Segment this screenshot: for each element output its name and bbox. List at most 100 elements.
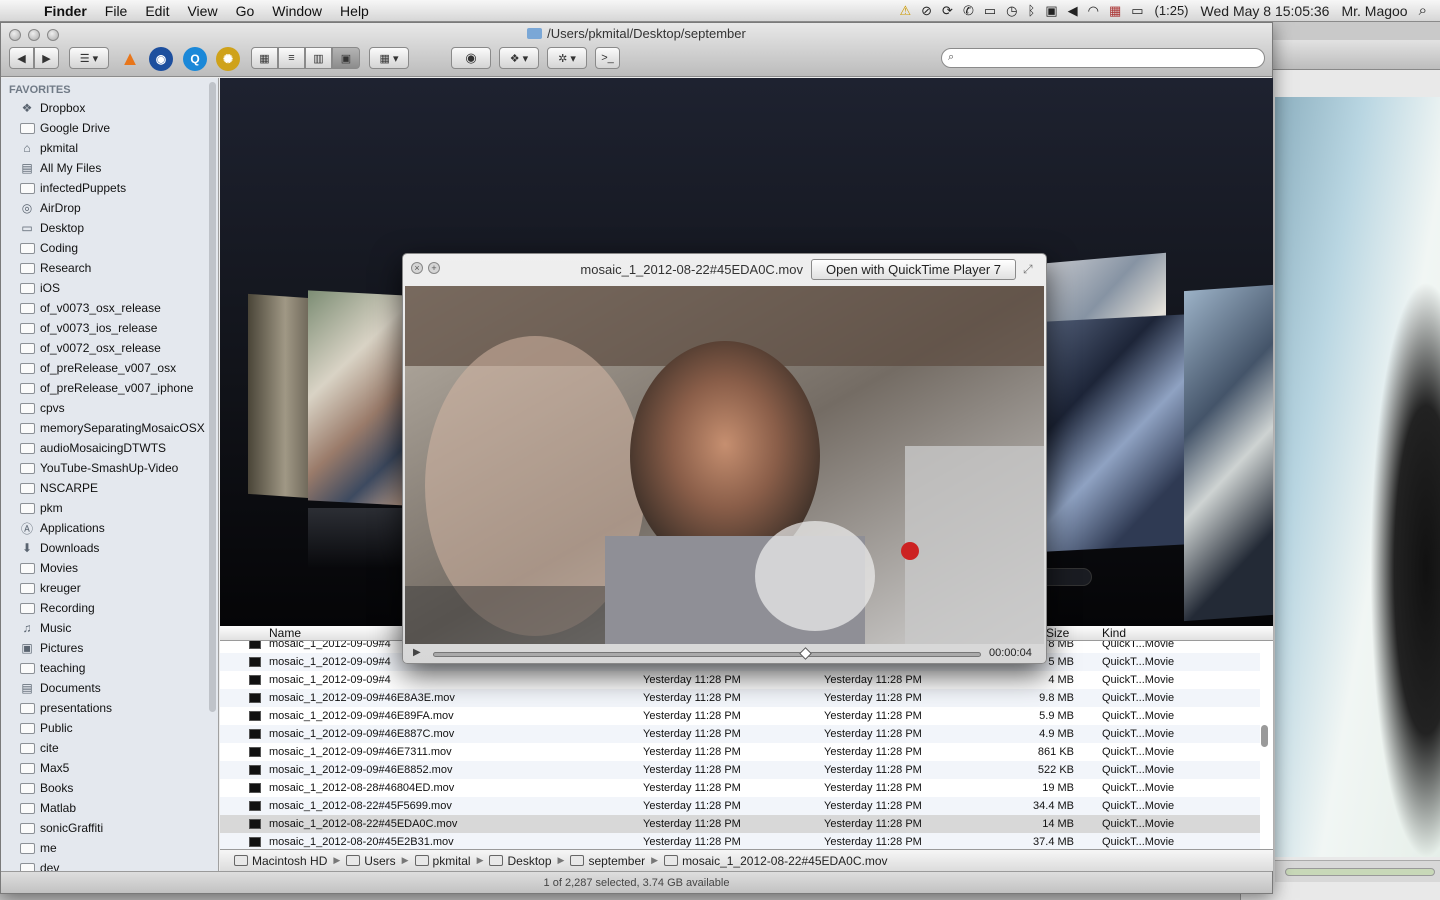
menu-view[interactable]: View: [178, 3, 226, 19]
sidebar-item-of-v0073-ios-release[interactable]: of_v0073_ios_release: [1, 318, 218, 338]
sidebar-item-movies[interactable]: Movies: [1, 558, 218, 578]
sidebar-item-applications[interactable]: Ⓐ Applications: [1, 518, 218, 538]
terminal-button[interactable]: >_: [595, 47, 620, 69]
bluetooth-icon[interactable]: ᛒ: [1023, 3, 1041, 18]
search-field[interactable]: ⌕: [941, 48, 1265, 68]
sidebar-item-pkmital[interactable]: ⌂ pkmital: [1, 138, 218, 158]
cover-right-2[interactable]: [1046, 314, 1186, 552]
quick-look-button[interactable]: ◉: [451, 47, 491, 69]
sidebar-item-me[interactable]: me: [1, 838, 218, 858]
table-row-selected[interactable]: mosaic_1_2012-08-22#45EDA0C.mov Yesterday…: [220, 815, 1260, 833]
quick-look-add-button[interactable]: +: [428, 262, 440, 274]
list-view-button[interactable]: ≡: [278, 47, 305, 69]
user-name[interactable]: Mr. Magoo: [1335, 3, 1413, 19]
column-header-size[interactable]: Size: [1046, 626, 1069, 640]
sidebar-item-google-drive[interactable]: Google Drive: [1, 118, 218, 138]
open-with-quicktime-button[interactable]: Open with QuickTime Player 7: [811, 259, 1016, 280]
menu-edit[interactable]: Edit: [136, 3, 178, 19]
vlc-icon[interactable]: ▲: [118, 47, 142, 71]
menu-file[interactable]: File: [96, 3, 137, 19]
cover-left-1[interactable]: [308, 290, 408, 506]
sidebar-item-teaching[interactable]: teaching: [1, 658, 218, 678]
table-row[interactable]: mosaic_1_2012-09-09#46E89FA.mov Yesterday…: [220, 707, 1260, 725]
menu-app-finder[interactable]: Finder: [40, 3, 96, 19]
sidebar-item-dropbox[interactable]: ❖ Dropbox: [1, 98, 218, 118]
dropbox-menu-button[interactable]: ❖ ▾: [499, 47, 539, 69]
path-item[interactable]: Macintosh HD: [234, 854, 327, 868]
background-slider[interactable]: [1275, 860, 1440, 882]
cover-right-3[interactable]: [1184, 284, 1273, 622]
icon-view-button[interactable]: ▦: [251, 47, 278, 69]
fullscreen-icon[interactable]: ⤢: [1023, 262, 1033, 277]
refresh-icon[interactable]: ⟳: [937, 3, 958, 19]
sidebar-item-public[interactable]: Public: [1, 718, 218, 738]
cover-left-far[interactable]: [248, 293, 310, 499]
app-launcher-icon[interactable]: ✺: [216, 47, 240, 71]
sidebar-item-cpvs[interactable]: cpvs: [1, 398, 218, 418]
table-row[interactable]: mosaic_1_2012-09-09#4 Yesterday 11:28 PM Y…: [220, 671, 1260, 689]
back-button[interactable]: ◀: [9, 47, 34, 69]
sidebar-item-music[interactable]: ♫ Music: [1, 618, 218, 638]
sidebar-item-memoryseparatingmosaicosx[interactable]: memorySeparatingMosaicOSX: [1, 418, 218, 438]
sidebar-item-infectedpuppets[interactable]: infectedPuppets: [1, 178, 218, 198]
spotlight-search-icon[interactable]: ⌕: [1414, 2, 1432, 19]
sidebar-item-nscarpe[interactable]: NSCARPE: [1, 478, 218, 498]
sidebar-item-max5[interactable]: Max5: [1, 758, 218, 778]
phone-icon[interactable]: ✆: [958, 3, 979, 19]
sidebar-item-pkm[interactable]: pkm: [1, 498, 218, 518]
sidebar-item-kreuger[interactable]: kreuger: [1, 578, 218, 598]
battery-monitor-icon[interactable]: ▭: [979, 3, 1001, 19]
sidebar-item-presentations[interactable]: presentations: [1, 698, 218, 718]
sidebar-item-of-v0073-osx-release[interactable]: of_v0073_osx_release: [1, 298, 218, 318]
sidebar-item-sonicgraffiti[interactable]: sonicGraffiti: [1, 818, 218, 838]
forward-button[interactable]: ▶: [34, 47, 59, 69]
sidebar-item-desktop[interactable]: ▭ Desktop: [1, 218, 218, 238]
flag-us-icon[interactable]: ▦: [1104, 3, 1126, 19]
arrangement-button[interactable]: ▦ ▾: [369, 47, 409, 69]
path-item[interactable]: september: [570, 854, 645, 868]
column-header-name[interactable]: Name: [269, 626, 301, 640]
clock[interactable]: Wed May 8 15:05:36: [1195, 3, 1336, 19]
video-preview[interactable]: [405, 286, 1044, 644]
table-row[interactable]: mosaic_1_2012-09-09#46E8A3E.mov Yesterday…: [220, 689, 1260, 707]
battery-icon[interactable]: ▭: [1126, 3, 1148, 19]
playback-scrubber[interactable]: [433, 652, 981, 657]
sidebar-item-coding[interactable]: Coding: [1, 238, 218, 258]
sidebar-item-youtube-smashup-video[interactable]: YouTube-SmashUp-Video: [1, 458, 218, 478]
sidebar-item-pictures[interactable]: ▣ Pictures: [1, 638, 218, 658]
display-icon[interactable]: ▣: [1040, 3, 1062, 19]
table-row[interactable]: mosaic_1_2012-09-09#46E887C.mov Yesterday…: [220, 725, 1260, 743]
table-row[interactable]: mosaic_1_2012-09-09#46E8852.mov Yesterday…: [220, 761, 1260, 779]
table-row[interactable]: mosaic_1_2012-08-28#46804ED.mov Yesterday…: [220, 779, 1260, 797]
sidebar-item-books[interactable]: Books: [1, 778, 218, 798]
table-row[interactable]: mosaic_1_2012-08-22#45F5699.mov Yesterday…: [220, 797, 1260, 815]
sidebar-item-of-prerelease-v007-iphone[interactable]: of_preRelease_v007_iphone: [1, 378, 218, 398]
warning-icon[interactable]: ⚠: [894, 3, 916, 19]
menu-go[interactable]: Go: [227, 3, 264, 19]
column-view-button[interactable]: ▥: [305, 47, 332, 69]
arrange-menu-button[interactable]: ☰ ▾: [69, 47, 109, 69]
background-slider-track[interactable]: [1285, 868, 1435, 876]
sidebar-item-research[interactable]: Research: [1, 258, 218, 278]
table-row[interactable]: mosaic_1_2012-09-09#46E7311.mov Yesterday…: [220, 743, 1260, 761]
path-item[interactable]: pkmital: [414, 854, 471, 868]
sidebar-item-audiomosaicingdtwts[interactable]: audioMosaicingDTWTS: [1, 438, 218, 458]
audio-hijack-icon[interactable]: ◉: [149, 47, 173, 71]
sidebar-item-airdrop[interactable]: ◎ AirDrop: [1, 198, 218, 218]
sidebar-item-cite[interactable]: cite: [1, 738, 218, 758]
sidebar-item-downloads[interactable]: ⬇ Downloads: [1, 538, 218, 558]
column-header-kind[interactable]: Kind: [1102, 626, 1126, 640]
sidebar-item-ios[interactable]: iOS: [1, 278, 218, 298]
sidebar-item-dev[interactable]: dev: [1, 858, 218, 871]
path-item[interactable]: mosaic_1_2012-08-22#45EDA0C.mov: [664, 854, 888, 868]
sidebar-scrollbar[interactable]: [209, 82, 216, 712]
sync-icon[interactable]: ⊘: [916, 3, 937, 19]
quick-look-close-button[interactable]: ×: [411, 262, 423, 274]
menu-help[interactable]: Help: [331, 3, 378, 19]
time-machine-icon[interactable]: ◷: [1001, 3, 1022, 19]
playhead-handle[interactable]: [798, 647, 812, 660]
list-scrollbar[interactable]: [1261, 725, 1268, 747]
sidebar-item-of-v0072-osx-release[interactable]: of_v0072_osx_release: [1, 338, 218, 358]
cover-flow-view-button[interactable]: ▣: [332, 47, 360, 69]
sidebar-item-documents[interactable]: ▤ Documents: [1, 678, 218, 698]
